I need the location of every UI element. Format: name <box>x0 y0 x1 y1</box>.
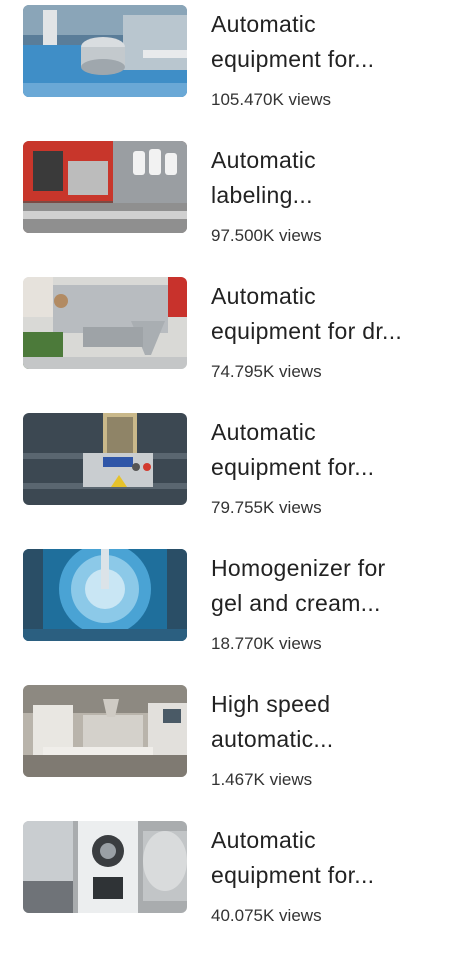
tablet-press-icon <box>23 821 187 913</box>
video-item[interactable]: Automatic equipment for dr... 74.795K vi… <box>0 277 461 413</box>
screw-feeder-icon <box>23 413 187 505</box>
video-title-line: Automatic <box>211 11 316 37</box>
video-item[interactable]: Homogenizer for gel and cream... 18.770K… <box>0 549 461 685</box>
video-title[interactable]: Automatic equipment for... <box>211 7 447 77</box>
video-title-line: Automatic <box>211 283 316 309</box>
video-thumbnail[interactable] <box>23 277 187 369</box>
video-title-line: Automatic <box>211 419 316 445</box>
view-count: 105.470K views <box>211 90 332 109</box>
video-title[interactable]: Automatic equipment for... <box>211 415 447 485</box>
video-item[interactable]: High speed automatic... 1.467K views <box>0 685 461 821</box>
video-title-line: equipment for... <box>211 862 375 888</box>
video-item[interactable]: Automatic equipment for... 105.470K view… <box>0 5 461 141</box>
view-count: 74.795K views <box>211 362 322 381</box>
video-list: Automatic equipment for... 105.470K view… <box>0 0 461 957</box>
view-count: 1.467K views <box>211 770 313 789</box>
view-count: 97.500K views <box>211 226 322 245</box>
video-title-line: High speed <box>211 691 331 717</box>
homogenizer-icon <box>23 549 187 641</box>
video-title-line: Automatic <box>211 147 316 173</box>
video-title-line: Automatic <box>211 827 316 853</box>
video-title-line: Homogenizer for <box>211 555 386 581</box>
video-title[interactable]: Automatic labeling... <box>211 143 447 213</box>
labeling-machine-icon <box>23 141 187 233</box>
video-title-line: automatic... <box>211 726 334 752</box>
video-thumbnail[interactable] <box>23 413 187 505</box>
video-thumbnail[interactable] <box>23 821 187 913</box>
video-title-line: labeling... <box>211 182 313 208</box>
video-thumbnail[interactable] <box>23 549 187 641</box>
video-thumbnail[interactable] <box>23 141 187 233</box>
packing-line-icon <box>23 685 187 777</box>
capping-machine-icon <box>23 5 187 97</box>
view-count: 40.075K views <box>211 906 322 925</box>
view-count: 18.770K views <box>211 634 322 653</box>
video-thumbnail[interactable] <box>23 5 187 97</box>
video-item[interactable]: Automatic equipment for... 79.755K views <box>0 413 461 549</box>
video-title-line: gel and cream... <box>211 590 381 616</box>
video-title[interactable]: Homogenizer for gel and cream... <box>211 551 447 621</box>
video-title-line: equipment for... <box>211 46 375 72</box>
video-title-line: equipment for... <box>211 454 375 480</box>
filling-machine-icon <box>23 277 187 369</box>
video-title[interactable]: High speed automatic... <box>211 687 447 757</box>
video-item[interactable]: Automatic labeling... 97.500K views <box>0 141 461 277</box>
video-thumbnail[interactable] <box>23 685 187 777</box>
view-count: 79.755K views <box>211 498 322 517</box>
video-title[interactable]: Automatic equipment for... <box>211 823 447 893</box>
video-item[interactable]: Automatic equipment for... 40.075K views <box>0 821 461 957</box>
video-title[interactable]: Automatic equipment for dr... <box>211 279 447 349</box>
video-title-line: equipment for dr... <box>211 318 403 344</box>
